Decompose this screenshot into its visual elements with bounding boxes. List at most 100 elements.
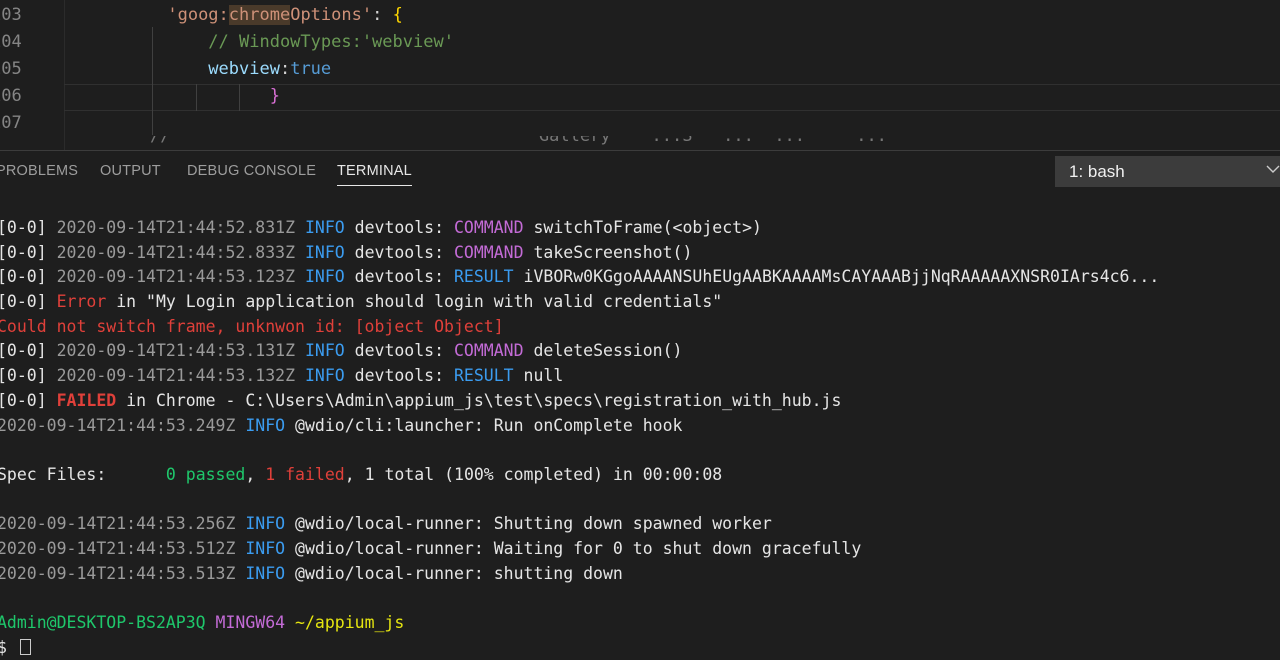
panel-tabs: PROBLEMS OUTPUT DEBUG CONSOLE TERMINAL <box>0 151 1000 193</box>
terminal-text: [0-0] <box>0 218 57 237</box>
terminal-text: 2020-09-14T21:44:53.513Z <box>0 563 246 583</box>
terminal-line: Spec Files: 0 passed, 1 failed, 1 total … <box>0 463 1277 488</box>
terminal-text: INFO <box>245 538 296 558</box>
terminal-text: [0-0] <box>0 242 57 262</box>
terminal-output[interactable]: [0-0] 2020-09-14T21:44:52.831Z INFO devt… <box>0 216 1277 660</box>
terminal-text: devtools: <box>354 341 454 361</box>
code-token: Options' <box>290 5 373 25</box>
terminal-text: INFO <box>304 341 355 361</box>
terminal-text: COMMAND <box>453 242 534 262</box>
chevron-down-icon[interactable] <box>1265 161 1280 177</box>
bottom-panel: PROBLEMS OUTPUT DEBUG CONSOLE TERMINAL 1… <box>0 150 1280 657</box>
code-text: 'goog:chromeOptions': { <box>65 2 403 29</box>
terminal-text: INFO <box>245 563 296 583</box>
code-token: true <box>290 59 332 79</box>
terminal-text: in Chrome - C:\Users\Admin\appium_js\tes… <box>126 390 842 410</box>
code-editor[interactable]: 103 'goog:chromeOptions': {104 // Window… <box>0 0 1280 150</box>
terminal-text: Error <box>56 292 117 312</box>
code-token: : <box>279 59 291 79</box>
terminal-text: iVBORw0KGgoAAAANSUhEUgAABKAAAAMsCAYAAABj… <box>523 267 1160 287</box>
line-number: 103 <box>0 5 22 25</box>
terminal-text: [0-0] <box>0 292 57 312</box>
terminal-text: 1 failed <box>265 464 345 484</box>
terminal-text: 2020-09-14T21:44:53.512Z <box>0 538 246 558</box>
terminal-line: Admin@DESKTOP-BS2AP3Q MINGW64 ~/appium_j… <box>0 611 1277 636</box>
terminal-text: Spec Files: <box>0 464 166 484</box>
line-number: 104 <box>0 32 22 52</box>
terminal-text: null <box>523 366 564 386</box>
terminal-text: ~/appium_js <box>295 613 405 632</box>
terminal-text: [0-0] <box>0 267 57 287</box>
terminal-text: COMMAND <box>453 341 534 361</box>
terminal-text: RESULT <box>453 366 524 386</box>
terminal-line: Could not switch frame, unknwon id: [obj… <box>0 315 1277 340</box>
tab-output[interactable]: OUTPUT <box>100 163 161 185</box>
terminal-line: [0-0] 2020-09-14T21:44:52.833Z INFO devt… <box>0 241 1277 266</box>
terminal-text: INFO <box>245 415 296 435</box>
terminal-text: 2020-09-14T21:44:52.831Z <box>56 218 305 237</box>
terminal-text: Admin@DESKTOP-BS2AP3Q <box>0 613 216 632</box>
terminal-line: [0-0] 2020-09-14T21:44:53.131Z INFO devt… <box>0 339 1277 364</box>
terminal-line: [0-0] 2020-09-14T21:44:53.123Z INFO devt… <box>0 265 1277 290</box>
code-token: : <box>372 5 393 25</box>
terminal-text: takeScreenshot() <box>533 242 693 262</box>
terminal-text: MINGW64 <box>215 613 296 632</box>
line-number: 107 <box>0 113 22 133</box>
code-token: chrome <box>228 5 291 25</box>
terminal-text: @wdio/local-runner: shutting down <box>295 563 623 583</box>
terminal-text: INFO <box>304 218 355 237</box>
terminal-text: @wdio/local-runner: Waiting for 0 to shu… <box>295 538 862 558</box>
code-text: } <box>65 83 280 110</box>
code-line: 103 'goog:chromeOptions': { <box>0 2 1280 29</box>
terminal-text: devtools: <box>354 366 454 386</box>
terminal-text: , 1 total (100% completed) in 00:00:08 <box>344 464 723 484</box>
terminal-line: 2020-09-14T21:44:53.249Z INFO @wdio/cli:… <box>0 414 1277 439</box>
terminal-text: COMMAND <box>453 218 534 237</box>
code-token: // WindowTypes:'webview' <box>208 32 454 52</box>
code-line: 107 <box>0 110 1280 137</box>
terminal-text: 2020-09-14T21:44:53.132Z <box>56 366 305 386</box>
terminal-cursor <box>19 638 31 655</box>
terminal-text: devtools: <box>354 242 454 262</box>
terminal-text: deleteSession() <box>533 341 683 361</box>
code-line: 106 } <box>0 83 1280 110</box>
code-token: webview <box>208 59 280 79</box>
terminal-text: in "My Login application should login wi… <box>116 292 723 312</box>
code-line: 104 // WindowTypes:'webview' <box>0 29 1280 56</box>
tab-debug-console[interactable]: DEBUG CONSOLE <box>187 163 316 185</box>
code-line: 105 webview:true <box>0 56 1280 83</box>
terminal-text: 2020-09-14T21:44:53.131Z <box>56 341 305 361</box>
terminal-text: @wdio/cli:launcher: Run onComplete hook <box>295 415 683 435</box>
terminal-selector-value: 1: bash <box>1069 162 1125 181</box>
terminal-line: [0-0] 2020-09-14T21:44:53.132Z INFO devt… <box>0 364 1277 389</box>
terminal-selector[interactable]: 1: bash <box>1055 156 1280 187</box>
code-token: { <box>392 5 403 25</box>
tab-terminal[interactable]: TERMINAL <box>337 163 412 186</box>
terminal-text: INFO <box>304 242 355 262</box>
terminal-text: RESULT <box>453 267 524 287</box>
terminal-text: @wdio/local-runner: Shutting down spawne… <box>295 514 772 534</box>
terminal-line: [0-0] Error in "My Login application sho… <box>0 290 1277 315</box>
terminal-text: $ <box>0 637 7 657</box>
terminal-text: [0-0] <box>0 390 57 410</box>
terminal-line: 2020-09-14T21:44:53.513Z INFO @wdio/loca… <box>0 562 1277 587</box>
terminal-text: , <box>245 464 266 484</box>
code-text: // WindowTypes:'webview' <box>65 29 454 56</box>
terminal-line: [0-0] 2020-09-14T21:44:52.831Z INFO devt… <box>0 216 1277 241</box>
line-number: 105 <box>0 59 22 79</box>
terminal-line: 2020-09-14T21:44:53.512Z INFO @wdio/loca… <box>0 537 1277 562</box>
terminal-text: [0-0] <box>0 341 57 361</box>
terminal-text: FAILED <box>56 390 127 410</box>
tab-problems[interactable]: PROBLEMS <box>0 163 78 185</box>
code-text: webview:true <box>65 56 331 83</box>
terminal-text: [0-0] <box>0 366 57 386</box>
terminal-text: devtools: <box>354 267 454 287</box>
terminal-text: 0 passed <box>165 464 246 484</box>
terminal-text: 2020-09-14T21:44:53.256Z <box>0 514 246 534</box>
line-number: 106 <box>0 86 22 106</box>
code-token: } <box>269 86 280 106</box>
terminal-line: [0-0] FAILED in Chrome - C:\Users\Admin\… <box>0 389 1277 414</box>
